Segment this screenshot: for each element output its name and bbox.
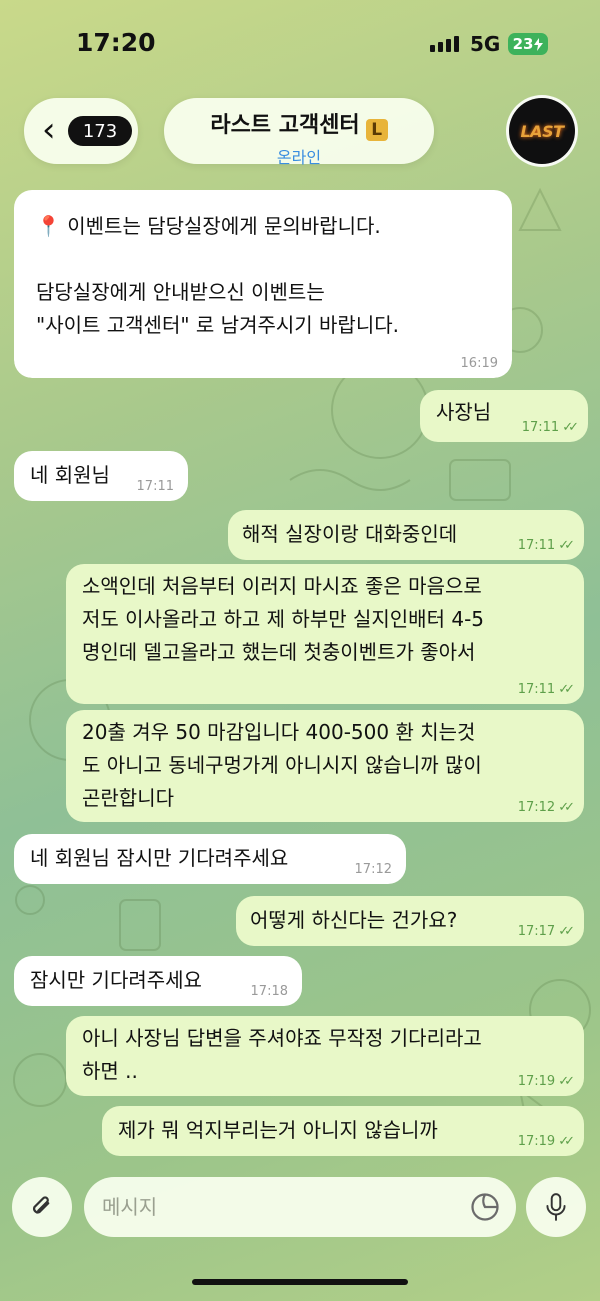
message-text: 명인데 델고올라고 했는데 첫충이벤트가 좋아서	[82, 640, 476, 664]
message-timestamp: 17:19	[517, 1074, 556, 1089]
incoming-message[interactable]: 잠시만 기다려주세요 17:18	[14, 956, 302, 1006]
microphone-button[interactable]	[526, 1177, 586, 1237]
message-text: 네 회원님 잠시만 기다려주세요	[30, 846, 289, 870]
outgoing-message[interactable]: 20출 겨우 50 마감입니다 400-500 환 치는것도 아니고 동네구멍가…	[66, 710, 584, 822]
attach-button[interactable]	[12, 1177, 72, 1237]
message-text: 담당실장에게 안내받으신 이벤트는	[36, 280, 325, 304]
message-text: 20출 겨우 50 마감입니다 400-500 환 치는것	[82, 720, 476, 744]
outgoing-message[interactable]: 소액인데 처음부터 이러지 마시죠 좋은 마음으로저도 이사올라고 하고 제 하…	[66, 564, 584, 704]
message-time: 17:12 ✓✓	[517, 800, 575, 816]
outgoing-message[interactable]: 어떻게 하신다는 건가요? 17:17 ✓✓	[236, 896, 584, 946]
message-timestamp: 17:17	[517, 924, 556, 939]
message-time: 17:11 ✓✓	[517, 682, 575, 698]
message-text: 저도 이사올라고 하고 제 하부만 실지인배터 4-5	[82, 607, 485, 631]
message-text: 곤란합니다	[82, 786, 174, 810]
message-time: 17:11 ✓✓	[517, 538, 575, 554]
read-checkmarks-icon: ✓✓	[562, 420, 579, 435]
outgoing-message[interactable]: 제가 뭐 억지부리는거 아니지 않습니까 17:19 ✓✓	[102, 1106, 584, 1156]
status-bar: 17:20 5G 23	[0, 0, 600, 90]
read-checkmarks-icon: ✓✓	[558, 682, 575, 697]
message-text: "사이트 고객센터" 로 남겨주시기 바랍니다.	[36, 313, 399, 337]
message-text: 📍 이벤트는 담당실장에게 문의바랍니다.	[36, 214, 381, 238]
back-button[interactable]: ‹ 173	[24, 98, 138, 164]
message-text: 소액인데 처음부터 이러지 마시죠 좋은 마음으로	[82, 574, 482, 598]
message-timestamp: 17:12	[517, 800, 556, 815]
avatar[interactable]: LAST	[509, 98, 575, 164]
message-text: 잠시만 기다려주세요	[30, 968, 202, 992]
read-checkmarks-icon: ✓✓	[558, 924, 575, 939]
message-timestamp: 17:11	[136, 479, 174, 494]
read-checkmarks-icon: ✓✓	[558, 1074, 575, 1089]
message-timestamp: 17:12	[354, 862, 392, 877]
chat-title: 라스트 고객센터 L	[164, 107, 434, 141]
read-checkmarks-icon: ✓✓	[558, 800, 575, 815]
chat-title-text: 라스트 고객센터	[210, 113, 360, 138]
message-time: 17:11	[137, 479, 174, 495]
message-timestamp: 17:19	[517, 1134, 556, 1149]
message-input[interactable]	[84, 1177, 516, 1237]
message-text: 하면 ..	[82, 1059, 138, 1083]
outgoing-message[interactable]: 사장님 17:11 ✓✓	[420, 390, 588, 442]
message-text: 제가 뭐 억지부리는거 아니지 않습니까	[118, 1118, 438, 1142]
chevron-left-icon: ‹	[42, 110, 56, 150]
message-time: 17:12	[355, 862, 392, 878]
incoming-message[interactable]: 네 회원님 잠시만 기다려주세요 17:12	[14, 834, 406, 884]
message-time: 17:19 ✓✓	[517, 1074, 575, 1090]
outgoing-message[interactable]: 해적 실장이랑 대화중인데 17:11 ✓✓	[228, 510, 584, 560]
unread-count-badge: 173	[68, 116, 132, 146]
message-time: 17:19 ✓✓	[517, 1134, 575, 1150]
paperclip-icon	[33, 1196, 50, 1214]
message-time: 17:18	[251, 984, 288, 1000]
incoming-message[interactable]: 네 회원님 17:11	[14, 451, 188, 501]
message-timestamp: 17:11	[521, 420, 560, 435]
sticker-icon[interactable]	[470, 1192, 500, 1222]
signal-icon	[430, 36, 459, 52]
chat-header[interactable]: 라스트 고객센터 L 온라인	[164, 98, 434, 167]
message-text	[36, 243, 498, 276]
home-indicator	[192, 1279, 408, 1285]
read-checkmarks-icon: ✓✓	[558, 538, 575, 553]
message-time: 17:11 ✓✓	[521, 420, 579, 436]
message-timestamp: 17:11	[517, 682, 556, 697]
message-timestamp: 16:19	[460, 356, 498, 371]
title-emoji-l: L	[365, 119, 388, 141]
battery-level: 23	[512, 35, 534, 53]
message-time: 17:17 ✓✓	[517, 924, 575, 940]
message-text: 아니 사장님 답변을 주셔야죠 무작정 기다리라고	[82, 1026, 482, 1050]
message-timestamp: 17:11	[517, 538, 556, 553]
outgoing-message[interactable]: 아니 사장님 답변을 주셔야죠 무작정 기다리라고하면 .. 17:19 ✓✓	[66, 1016, 584, 1096]
message-time: 16:19	[461, 356, 498, 372]
avatar-logo-text: LAST	[520, 121, 564, 141]
microphone-icon	[546, 1193, 566, 1221]
online-status: 온라인	[276, 148, 322, 167]
message-text: 도 아니고 동네구멍가게 아니시지 않습니까 많이	[82, 753, 482, 777]
battery-icon: 23	[508, 33, 548, 55]
read-checkmarks-icon: ✓✓	[558, 1134, 575, 1149]
status-time: 17:20	[76, 28, 156, 57]
network-type: 5G	[470, 32, 501, 56]
message-timestamp: 17:18	[250, 984, 288, 999]
